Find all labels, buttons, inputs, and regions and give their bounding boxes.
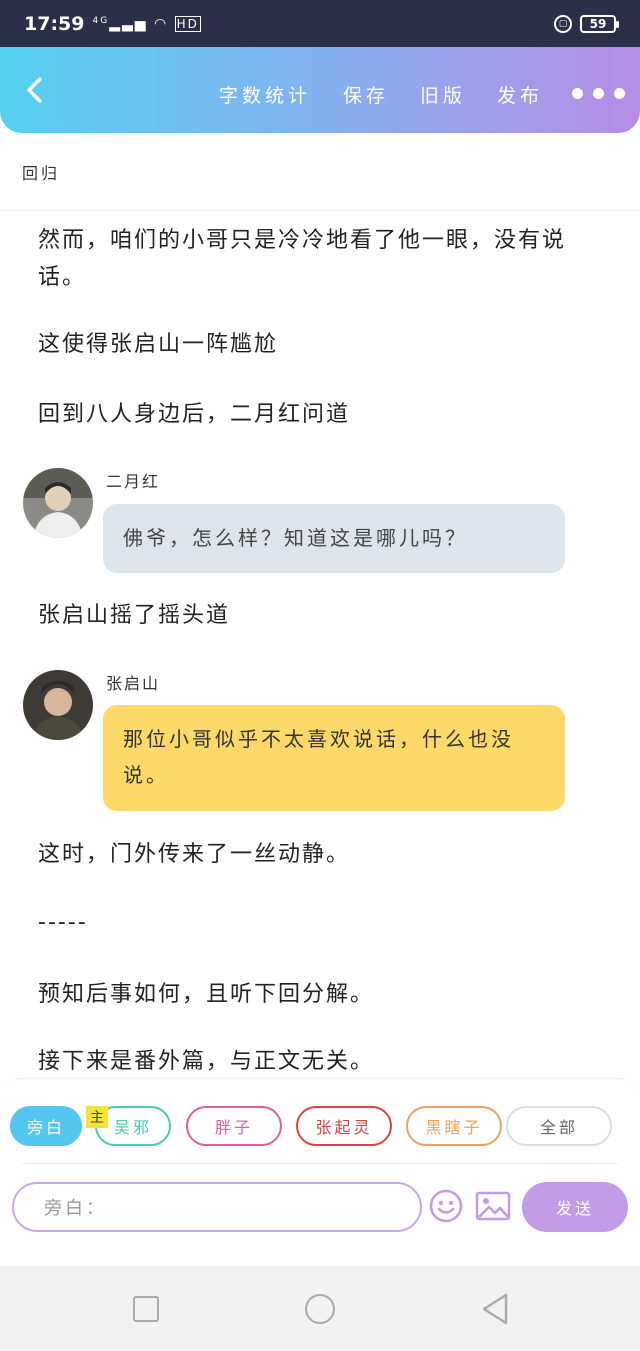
narration-5[interactable]: 这时，门外传来了一丝动静。 xyxy=(38,836,608,873)
role-label: 胖子 xyxy=(214,1118,253,1137)
network-type: 4G xyxy=(92,15,110,26)
recent-apps-icon[interactable] xyxy=(133,1296,159,1322)
role-chip-hei-xia-zi[interactable]: 黑瞎子 xyxy=(406,1106,502,1146)
speaker-name: 张启山 xyxy=(106,674,161,693)
back-arrow-icon[interactable] xyxy=(20,75,50,105)
image-icon[interactable] xyxy=(475,1191,511,1221)
status-bar: 17:59 4G▂▃▅ ◠ HD ▢ 59 xyxy=(0,0,640,47)
role-label: 吴邪 xyxy=(113,1118,152,1137)
app-bar: 字数统计 保存 旧版 发布 xyxy=(0,47,640,133)
narration-6[interactable]: 预知后事如何，且听下回分解。 xyxy=(38,976,608,1013)
host-badge: 主 xyxy=(86,1106,108,1128)
separator-text[interactable]: ----- xyxy=(38,904,608,941)
signal-icon: 4G▂▃▅ ◠ HD xyxy=(92,15,201,32)
divider xyxy=(22,1163,618,1164)
hd-label: HD xyxy=(174,15,201,32)
narration-4[interactable]: 张启山摇了摇头道 xyxy=(38,597,608,634)
message-input[interactable]: 旁白： xyxy=(12,1182,422,1232)
dialogue-bubble[interactable]: 那位小哥似乎不太喜欢说话，什么也没说。 xyxy=(103,705,565,811)
input-placeholder: 旁白： xyxy=(44,1198,107,1219)
role-label: 全部 xyxy=(539,1118,578,1137)
rotation-lock-icon: ▢ xyxy=(554,14,572,33)
more-icon[interactable] xyxy=(572,88,625,99)
wifi-icon: ◠ xyxy=(153,15,169,32)
emoji-icon[interactable] xyxy=(429,1189,463,1223)
document-title[interactable]: 回归 xyxy=(22,160,60,184)
home-icon[interactable] xyxy=(305,1294,335,1324)
status-time: 17:59 xyxy=(24,12,85,35)
narration-3[interactable]: 回到八人身边后，二月红问道 xyxy=(38,396,608,433)
avatar-er-yue-hong[interactable] xyxy=(23,468,93,538)
send-button[interactable]: 发送 xyxy=(522,1182,628,1232)
role-chip-zhang-qi-ling[interactable]: 张起灵 xyxy=(296,1106,392,1146)
send-label: 发送 xyxy=(555,1199,594,1218)
old-version-button[interactable]: 旧版 xyxy=(420,81,466,108)
role-chip-all[interactable]: 全部 xyxy=(506,1106,612,1146)
role-chip-pang-zi[interactable]: 胖子 xyxy=(186,1106,282,1146)
save-button[interactable]: 保存 xyxy=(343,81,389,108)
narration-1[interactable]: 然而，咱们的小哥只是冷冷地看了他一眼，没有说话。 xyxy=(38,222,608,296)
avatar-zhang-qi-shan[interactable] xyxy=(23,670,93,740)
status-right: ▢ 59 xyxy=(554,14,619,33)
dialogue-bubble[interactable]: 佛爷，怎么样？知道这是哪儿吗？ xyxy=(103,504,565,573)
role-chip-narrator[interactable]: 旁白 xyxy=(10,1106,82,1146)
back-triangle-icon[interactable] xyxy=(480,1292,510,1326)
role-label: 黑瞎子 xyxy=(425,1118,483,1137)
narration-7[interactable]: 接下来是番外篇，与正文无关。 xyxy=(38,1043,608,1080)
speaker-name: 二月红 xyxy=(106,472,161,491)
role-label: 张起灵 xyxy=(315,1118,373,1137)
battery-indicator: 59 xyxy=(580,14,619,33)
divider xyxy=(0,210,640,211)
story-editor-screen: 17:59 4G▂▃▅ ◠ HD ▢ 59 字数统计 保存 旧版 发布 回归 然… xyxy=(0,0,640,1351)
publish-button[interactable]: 发布 xyxy=(497,81,543,108)
word-count-button[interactable]: 字数统计 xyxy=(219,81,311,108)
battery-level: 59 xyxy=(589,16,607,31)
role-label: 旁白 xyxy=(26,1118,65,1137)
narration-2[interactable]: 这使得张启山一阵尴尬 xyxy=(38,326,608,363)
